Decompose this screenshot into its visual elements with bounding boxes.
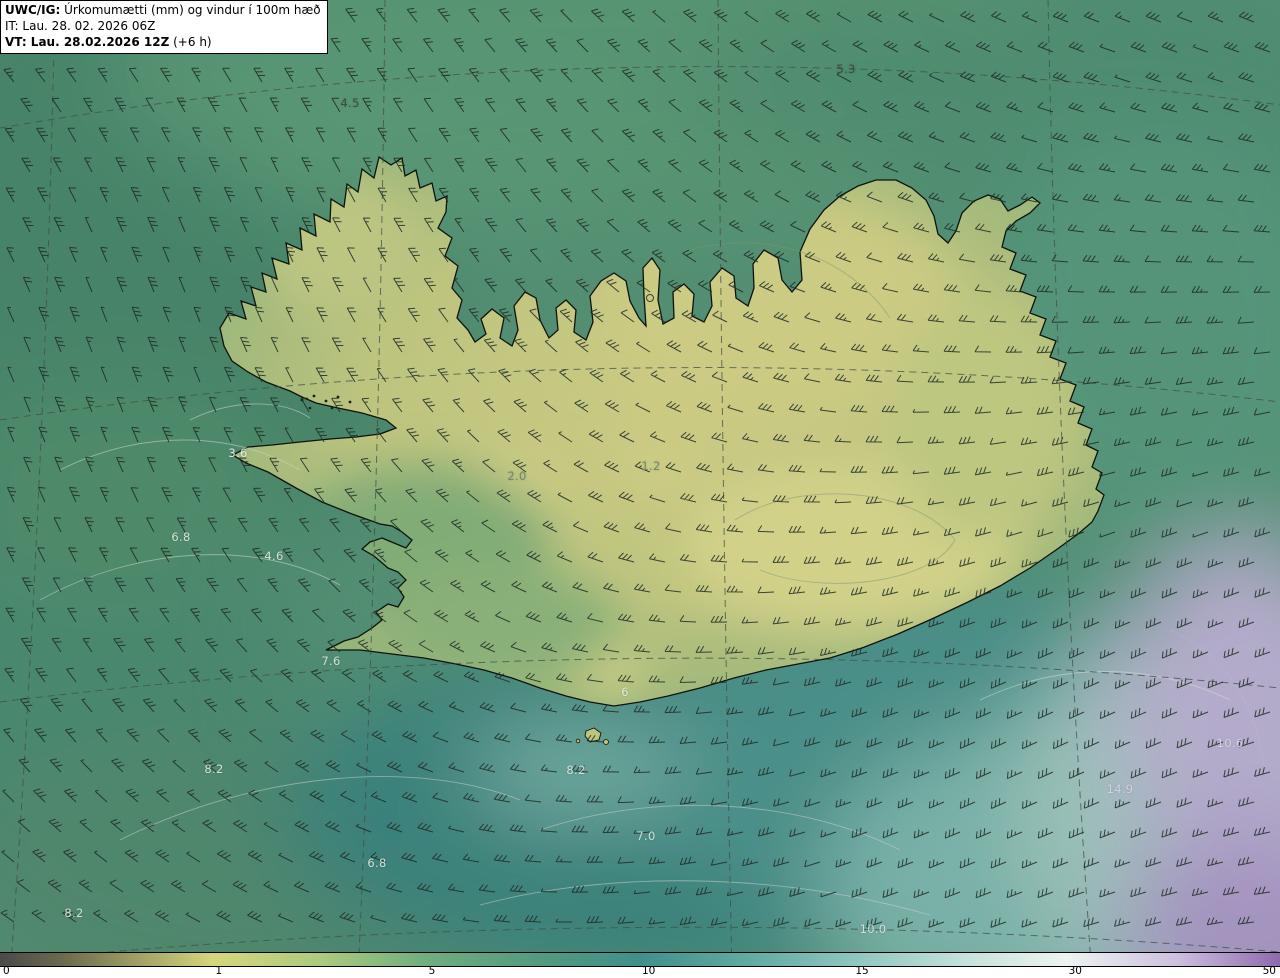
valid-time: VT: Lau. 28.02.2026 12Z [5, 34, 170, 49]
precipitation-wind-forecast-map: 5.3 4.5 3.6 6.8 4.6 2.0 1.2 7.6 6 8.2 8.2 6.8 7.0 8.2… [0, 0, 1280, 978]
colorbar-tick: 0 [3, 965, 10, 977]
init-time: IT: Lau. 28. 02. 2026 06Z [5, 18, 156, 33]
model-name: UWC/IG: [5, 3, 61, 17]
colorbar-tick: 30 [1068, 965, 1082, 977]
colorbar: 0 1 5 10 15 30 50 [0, 952, 1280, 978]
colorbar-tick: 5 [428, 965, 436, 977]
colorbar-labels: 0 1 5 10 15 30 50 [0, 965, 1280, 978]
colorbar-tick: 1 [215, 965, 223, 977]
valid-offset: (+6 h) [169, 34, 212, 49]
colorbar-tick: 50 [1262, 965, 1276, 977]
valid-time-line: VT: Lau. 28.02.2026 12Z (+6 h) [5, 35, 321, 51]
colorbar-tick: 15 [855, 965, 869, 977]
map-canvas [0, 0, 1280, 978]
map-info-box: UWC/IG: Úrkomumætti (mm) og vindur í 100… [0, 0, 328, 55]
map-title-line: UWC/IG: Úrkomumætti (mm) og vindur í 100… [5, 3, 321, 19]
dither-texture [0, 0, 1280, 978]
map-title: Úrkomumætti (mm) og vindur í 100m hæð [60, 3, 321, 17]
colorbar-gradient [0, 953, 1280, 967]
colorbar-tick: 10 [642, 965, 656, 977]
